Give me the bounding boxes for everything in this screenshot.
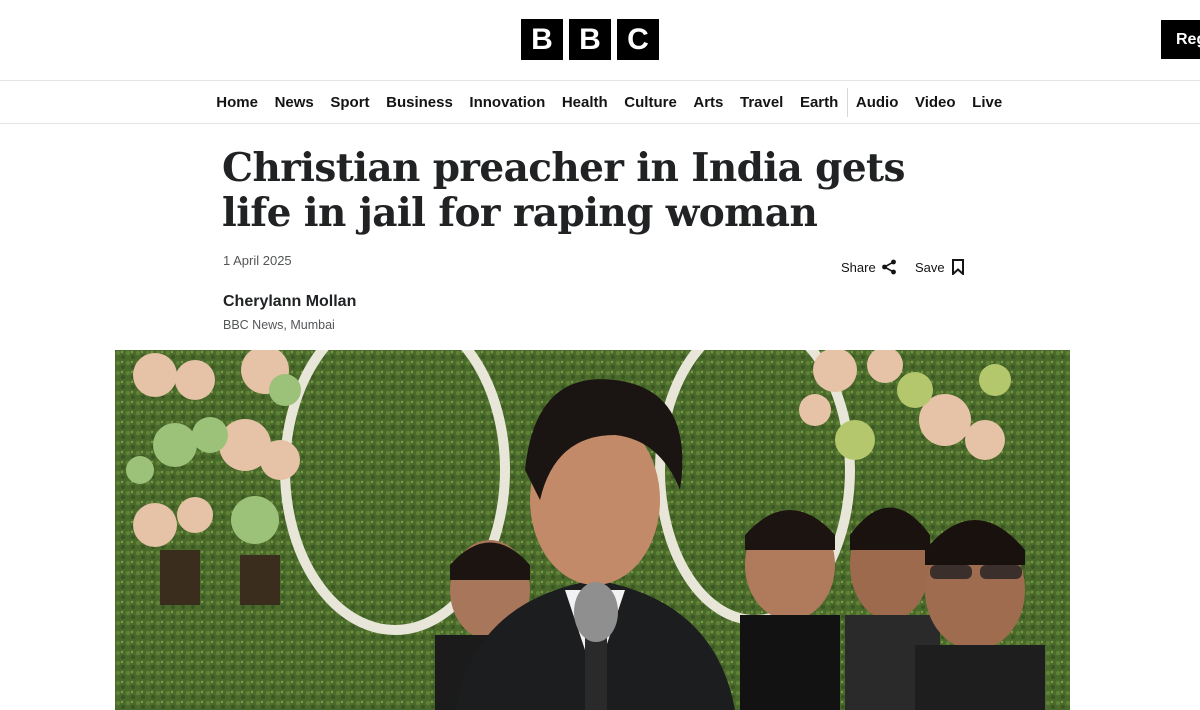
nav-item-audio[interactable]: Audio (848, 94, 907, 111)
register-button[interactable]: Reg (1161, 20, 1200, 59)
author-role: BBC News, Mumbai (223, 318, 335, 332)
logo-letter-b2: B (569, 19, 611, 60)
share-label: Share (841, 259, 876, 275)
share-button[interactable]: Share (841, 259, 897, 275)
logo-letter-c: C (617, 19, 659, 60)
nav-item-health[interactable]: Health (554, 94, 616, 111)
author-name[interactable]: Cherylann Mollan (223, 293, 356, 311)
nav-item-earth[interactable]: Earth (792, 94, 847, 111)
article-headline: Christian preacher in India gets life in… (222, 145, 905, 236)
article-date: 1 April 2025 (223, 253, 292, 268)
nav-list: Home News Sport Business Innovation Heal… (208, 81, 1010, 123)
share-icon (881, 259, 897, 275)
bookmark-icon (951, 259, 964, 275)
nav-item-arts[interactable]: Arts (685, 94, 732, 111)
save-button[interactable]: Save (915, 259, 964, 275)
logo-letter-b1: B (521, 19, 563, 60)
nav-item-business[interactable]: Business (378, 94, 461, 111)
masthead: B B C Reg (0, 0, 1200, 81)
nav-item-home[interactable]: Home (208, 94, 266, 111)
nav-item-news[interactable]: News (266, 94, 322, 111)
nav-item-video[interactable]: Video (907, 94, 964, 111)
nav-item-sport[interactable]: Sport (322, 94, 378, 111)
nav-item-innovation[interactable]: Innovation (461, 94, 553, 111)
bbc-logo[interactable]: B B C (521, 19, 659, 60)
save-label: Save (915, 259, 945, 275)
nav-item-live[interactable]: Live (964, 94, 1011, 111)
hero-image[interactable] (115, 350, 1070, 710)
nav-item-travel[interactable]: Travel (732, 94, 792, 111)
nav-item-culture[interactable]: Culture (616, 94, 685, 111)
main-nav: Home News Sport Business Innovation Heal… (0, 81, 1200, 124)
hero-photo-illustration (115, 350, 1070, 710)
